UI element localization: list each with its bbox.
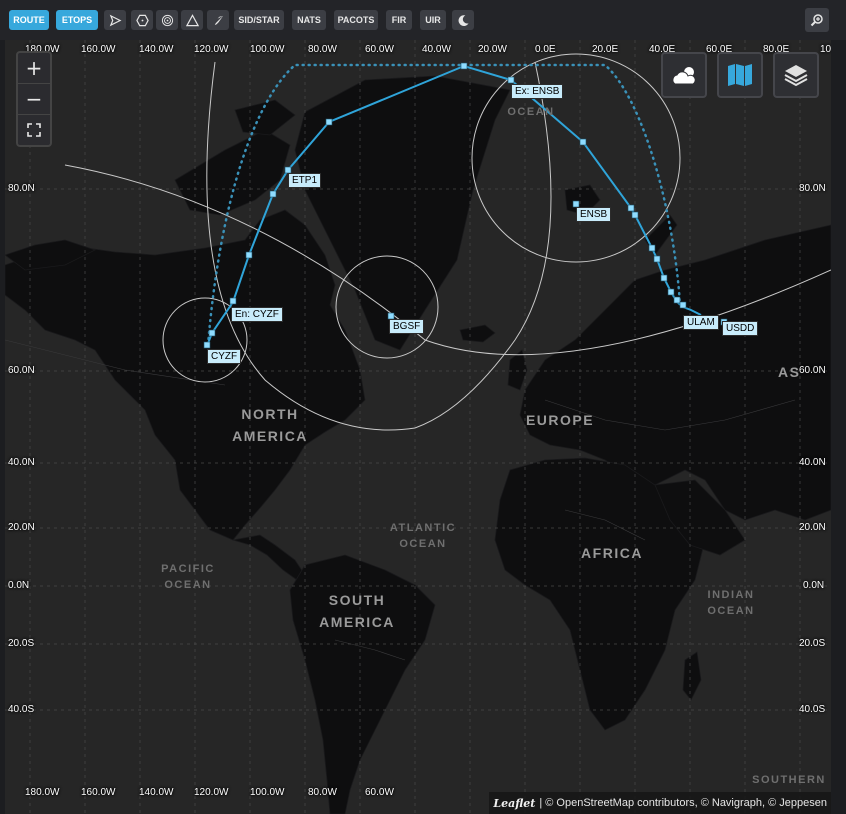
latitude-label: 80.0N xyxy=(8,183,35,194)
plane-icon xyxy=(109,14,121,26)
etops-circle-ensb xyxy=(471,53,681,263)
sidstar-toggle-button[interactable]: SID/STAR xyxy=(234,10,284,30)
latitude-label: 20.0S xyxy=(8,638,35,649)
triangle-icon xyxy=(185,13,199,26)
longitude-label: 10 xyxy=(820,44,831,55)
latitude-label: 0.0N xyxy=(8,580,30,591)
latitude-label-right: 20.0N xyxy=(799,522,826,533)
longitude-label-bottom: 60.0W xyxy=(365,787,394,798)
etops-toggle-button[interactable]: ETOPS xyxy=(56,10,98,30)
waypoint-label-en-cyzf[interactable]: En: CYZF xyxy=(231,307,283,322)
asia-label: AS xyxy=(778,364,801,380)
zoom-search-icon xyxy=(810,14,823,27)
europe-label: EUROPE xyxy=(525,412,595,428)
hexagon-icon xyxy=(135,14,149,26)
triangle-button[interactable] xyxy=(181,10,203,30)
waypoint-label-cyzf[interactable]: CYZF xyxy=(207,349,242,364)
latitude-label-right: 20.0S xyxy=(799,638,826,649)
latitude-label: 40.0N xyxy=(8,457,35,468)
map-view[interactable]: 180.0W 160.0W 140.0W 120.0W 100.0W 80.0W… xyxy=(5,40,831,814)
longitude-label: 20.0E xyxy=(592,44,619,55)
longitude-label: 160.0W xyxy=(81,44,116,55)
zoom-search-button[interactable] xyxy=(805,8,829,32)
latitude-label-right: 0.0N xyxy=(803,580,825,591)
uir-toggle-button[interactable]: UIR xyxy=(420,10,446,30)
longitude-label-bottom: 80.0W xyxy=(308,787,337,798)
waypoint-label-usdd[interactable]: USDD xyxy=(722,321,759,336)
longitude-label: 80.0W xyxy=(308,44,337,55)
longitude-label: 100.0W xyxy=(250,44,285,55)
south-america-label: SOUTH AMERICA xyxy=(319,592,395,630)
layers-icon xyxy=(784,65,808,87)
moon-icon xyxy=(458,14,469,26)
longitude-label-bottom: 120.0W xyxy=(194,787,229,798)
map-icon xyxy=(728,64,752,86)
latitude-label-right: 40.0N xyxy=(799,457,826,468)
canadian-archipelago xyxy=(174,129,291,216)
latitude-label-right: 40.0S xyxy=(799,704,826,715)
top-toolbar: ROUTE ETOPS SID/STAR NATS PACOTS FIR UIR xyxy=(0,0,846,40)
weather-layer-button[interactable] xyxy=(661,52,707,98)
longitude-label: 20.0W xyxy=(478,44,507,55)
fir-toggle-button[interactable]: FIR xyxy=(386,10,412,30)
layers-button[interactable] xyxy=(773,52,819,98)
latitude-label: 60.0N xyxy=(8,365,35,376)
waypoint-label-ex-ensb[interactable]: Ex: ENSB xyxy=(511,84,564,99)
night-mode-button[interactable] xyxy=(452,10,474,30)
longitude-label: 60.0W xyxy=(365,44,394,55)
waypoint-label-ulam[interactable]: ULAM xyxy=(683,315,719,330)
zoom-out-button[interactable]: − xyxy=(18,84,50,115)
rocket-button[interactable] xyxy=(207,10,229,30)
arctic-ocean-label: OCEAN xyxy=(507,106,555,118)
africa-label: AFRICA xyxy=(581,545,643,561)
longitude-label: 40.0W xyxy=(422,44,451,55)
waypoint-label-etp1[interactable]: ETP1 xyxy=(288,173,322,188)
atlantic-ocean-label: ATLANTIC OCEAN xyxy=(389,522,457,550)
north-america-label: NORTH AMERICA xyxy=(232,406,308,444)
radar-icon xyxy=(161,14,173,26)
map-base-layer xyxy=(5,40,831,814)
map-style-button[interactable] xyxy=(717,52,763,98)
uk-landmass xyxy=(507,349,528,391)
attribution-text: | © OpenStreetMap contributors, © Navigr… xyxy=(539,797,827,809)
map-attribution: Leaflet | © OpenStreetMap contributors, … xyxy=(489,792,831,814)
pacots-toggle-button[interactable]: PACOTS xyxy=(334,10,378,30)
zoom-in-button[interactable]: + xyxy=(18,53,50,84)
madagascar-landmass xyxy=(682,651,702,701)
rocket-icon xyxy=(214,15,223,25)
longitude-label-bottom: 100.0W xyxy=(250,787,285,798)
nats-toggle-button[interactable]: NATS xyxy=(292,10,326,30)
route-toggle-button[interactable]: ROUTE xyxy=(9,10,49,30)
longitude-label-bottom: 180.0W xyxy=(25,787,60,798)
fullscreen-icon xyxy=(27,123,41,137)
iceland-landmass xyxy=(459,324,496,343)
pacific-ocean-label: PACIFIC OCEAN xyxy=(161,563,215,591)
hexagon-button[interactable] xyxy=(131,10,153,30)
central-america-landmass xyxy=(232,534,306,581)
longitude-label-bottom: 140.0W xyxy=(139,787,174,798)
longitude-label-bottom: 160.0W xyxy=(81,787,116,798)
plane-button[interactable] xyxy=(104,10,126,30)
radar-button[interactable] xyxy=(156,10,178,30)
waypoint-label-ensb[interactable]: ENSB xyxy=(576,207,612,222)
latitude-label-right: 80.0N xyxy=(799,183,826,194)
fullscreen-button[interactable] xyxy=(18,115,50,145)
longitude-label: 140.0W xyxy=(139,44,174,55)
zoom-control: + − xyxy=(16,51,52,147)
indian-ocean-label: INDIAN OCEAN xyxy=(707,589,755,617)
land-masses xyxy=(5,75,831,814)
latitude-label: 40.0S xyxy=(8,704,35,715)
longitude-label: 0.0E xyxy=(535,44,556,55)
southern-ocean-label: SOUTHERN xyxy=(752,774,826,786)
waypoint-label-bgsf[interactable]: BGSF xyxy=(389,319,425,334)
longitude-label: 120.0W xyxy=(194,44,229,55)
leaflet-link[interactable]: Leaflet xyxy=(493,797,535,810)
latitude-label: 20.0N xyxy=(8,522,35,533)
weather-icon xyxy=(672,67,696,85)
